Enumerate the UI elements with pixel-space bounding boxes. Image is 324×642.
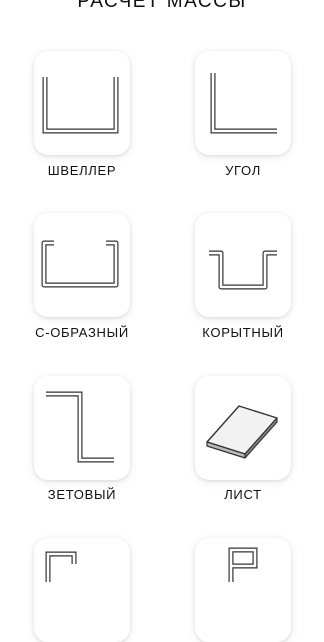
- profile-label-channel[interactable]: ШВЕЛЛЕР: [12, 163, 152, 178]
- profile-card-flag[interactable]: [195, 538, 291, 642]
- hat-profile-icon: [209, 250, 277, 290]
- profile-label-angle[interactable]: УГОЛ: [173, 163, 313, 178]
- c-lip-profile-icon: [45, 551, 77, 582]
- c-profile-icon: [41, 240, 119, 288]
- profile-label-c[interactable]: С-ОБРАЗНЫЙ: [12, 325, 152, 340]
- profile-card-c[interactable]: [34, 213, 130, 317]
- profile-card-angle[interactable]: [195, 51, 291, 155]
- profile-card-z[interactable]: [34, 376, 130, 480]
- profile-card-c-lip[interactable]: [34, 538, 130, 642]
- sheet-icon: [206, 405, 278, 459]
- angle-profile-icon: [210, 73, 277, 134]
- profile-card-channel[interactable]: [34, 51, 130, 155]
- flag-profile-icon: [228, 547, 258, 582]
- z-profile-icon: [46, 391, 114, 463]
- profile-label-sheet[interactable]: ЛИСТ: [173, 487, 313, 502]
- profile-label-z[interactable]: ЗЕТОВЫЙ: [12, 487, 152, 502]
- profile-card-hat[interactable]: [195, 213, 291, 317]
- profile-label-hat[interactable]: КОРЫТНЫЙ: [173, 325, 313, 340]
- profile-card-sheet[interactable]: [195, 376, 291, 480]
- page-title: РАСЧЕТ МАССЫ: [77, 0, 247, 12]
- channel-profile-icon: [42, 77, 119, 134]
